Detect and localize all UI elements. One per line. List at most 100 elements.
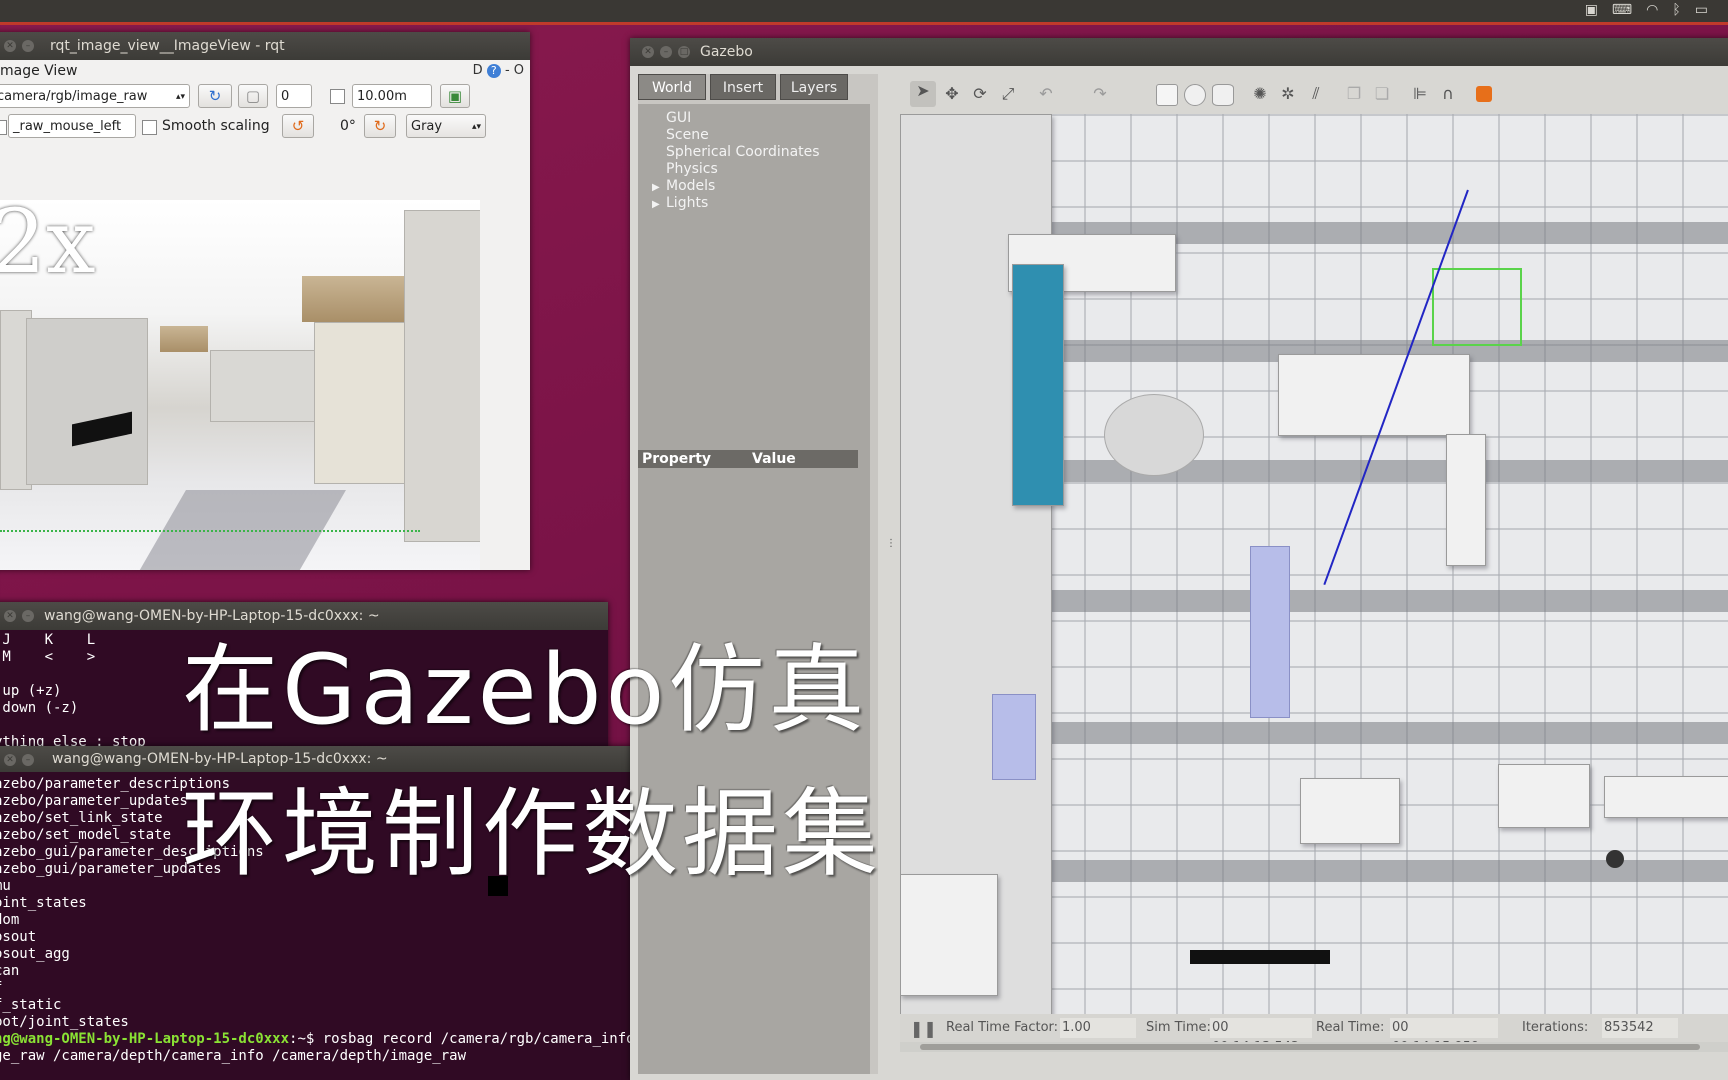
scene-box-object [1498, 764, 1590, 828]
minimize-icon[interactable]: – [22, 40, 34, 52]
plugin-title: mage View [0, 63, 78, 79]
rotate-right-button[interactable]: ↻ [364, 114, 396, 138]
fit-view-button[interactable]: ▣ [440, 84, 470, 108]
rqt-titlebar[interactable]: ✕ – rqt_image_view__ImageView - rqt [0, 32, 530, 60]
gazebo-titlebar[interactable]: ✕ – □ Gazebo [630, 38, 1728, 66]
close-icon[interactable]: ✕ [4, 610, 16, 622]
paste-icon[interactable]: ❏ [1372, 84, 1392, 104]
terminal-line: J K L [0, 632, 96, 648]
value-header: Value [748, 450, 858, 468]
scale-mode-icon[interactable]: ⤢ [998, 84, 1018, 104]
terminal-line: can [0, 963, 20, 979]
horizontal-scrollbar[interactable] [900, 1042, 1728, 1052]
tree-item-gui[interactable]: GUI [666, 110, 691, 126]
terminal-line: mu [0, 878, 11, 894]
tree-item-models[interactable]: Models [666, 178, 715, 194]
minimize-icon[interactable]: – [22, 610, 34, 622]
gazebo-3d-scene[interactable] [900, 114, 1728, 1014]
tab-world[interactable]: World [638, 74, 706, 100]
tab-insert[interactable]: Insert [710, 74, 776, 100]
scene-wall-right [404, 210, 480, 542]
rqt-window-title: rqt_image_view__ImageView - rqt [50, 38, 285, 54]
tree-expand-models[interactable]: ▶ [652, 178, 660, 194]
plugin-controls[interactable]: D ? - O [473, 60, 524, 82]
scene-exhibit-left [26, 318, 148, 485]
terminal-line: f [0, 980, 2, 996]
select-mode-icon[interactable]: ➤ [910, 81, 936, 107]
sphere-shape-icon[interactable] [1184, 84, 1206, 106]
gazebo-toolbar: ➤ ✥ ⟳ ⤢ ↶ ↷ ✺ ✲ ⫽ ❐ ❏ ⊫ ∩ [900, 74, 1728, 114]
dynamic-range-checkbox[interactable] [330, 89, 345, 104]
translate-mode-icon[interactable]: ✥ [942, 84, 962, 104]
tree-item-lights[interactable]: Lights [666, 195, 708, 211]
tree-item-physics[interactable]: Physics [666, 161, 718, 177]
gazebo-window-title: Gazebo [700, 44, 753, 60]
zoom-spinbox[interactable]: 0 [276, 84, 312, 108]
directional-light-icon[interactable]: ⫽ [1306, 84, 1326, 104]
spot-light-icon[interactable]: ✲ [1278, 84, 1298, 104]
minimize-icon[interactable]: – [22, 754, 34, 766]
wifi-icon[interactable]: ◠ [1646, 2, 1658, 18]
battery-icon[interactable]: ▭ [1695, 2, 1708, 18]
terminal-line: M < > [0, 649, 96, 665]
tree-item-scene[interactable]: Scene [666, 127, 709, 143]
color-scheme-select[interactable]: Gray ▴▾ [406, 114, 486, 138]
refresh-topics-button[interactable]: ↻ [198, 84, 232, 108]
camera-image-view[interactable]: 2x [0, 200, 480, 570]
scene-box-object [1300, 778, 1400, 844]
terminal-prompt: ng@wang-OMEN-by-HP-Laptop-15-dc0xxx [0, 1031, 290, 1047]
bluetooth-icon[interactable]: ᛒ [1672, 2, 1680, 18]
iterations-value: 853542 [1602, 1018, 1678, 1038]
terminal-line: osout_agg [0, 946, 70, 962]
align-icon[interactable]: ⊫ [1410, 84, 1430, 104]
topic-select[interactable]: camera/rgb/image_raw ▴▾ [0, 84, 190, 108]
keyboard-icon[interactable]: ⌨ [1612, 2, 1632, 18]
undo-icon[interactable]: ↶ [1036, 84, 1056, 104]
copy-icon[interactable]: ❐ [1344, 84, 1364, 104]
pause-icon[interactable]: ❚❚ [910, 1019, 937, 1038]
cylinder-shape-icon[interactable] [1212, 84, 1234, 106]
close-icon[interactable]: ✕ [642, 46, 654, 58]
terminal-line: osout [0, 929, 37, 945]
terminal-line: azebo/set_model_state [0, 827, 172, 843]
scene-robot [1606, 850, 1624, 868]
save-image-button[interactable]: ▢ [238, 84, 268, 108]
publish-click-checkbox[interactable] [0, 120, 7, 135]
video-icon[interactable]: ▣ [1585, 2, 1598, 18]
splitter-handle[interactable]: ⋮ [886, 538, 896, 552]
rotate-right-icon: ↻ [373, 117, 387, 135]
scene-screen-panel [1012, 264, 1064, 506]
rotation-label: 0° [340, 118, 356, 134]
box-shape-icon[interactable] [1156, 84, 1178, 106]
maximize-icon[interactable]: □ [678, 46, 690, 58]
rotate-left-icon: ↺ [291, 117, 305, 135]
sim-time-label: Sim Time: [1146, 1020, 1211, 1035]
plugin-window-controls[interactable]: - O [505, 63, 524, 78]
triangle-right-icon[interactable]: ▶ [652, 199, 660, 210]
rotate-mode-icon[interactable]: ⟳ [970, 84, 990, 104]
minimize-icon[interactable]: – [660, 46, 672, 58]
real-time-label: Real Time: [1316, 1020, 1385, 1035]
max-depth-spinbox[interactable]: 10.00m [352, 84, 432, 108]
terminal-line: bot/joint_states [0, 1014, 129, 1030]
mouse-topic-field[interactable]: _raw_mouse_left [8, 114, 136, 138]
triangle-right-icon[interactable]: ▶ [652, 182, 660, 193]
scene-black-bar [1190, 950, 1330, 964]
mouse-topic-value: _raw_mouse_left [13, 119, 122, 134]
scrollbar-thumb[interactable] [920, 1044, 1700, 1050]
tree-item-spherical-coordinates[interactable]: Spherical Coordinates [666, 144, 820, 160]
tab-layers[interactable]: Layers [780, 74, 848, 100]
terminal-line: up (+z) [0, 683, 62, 699]
tree-expand-lights[interactable]: ▶ [652, 195, 660, 211]
rotate-left-button[interactable]: ↺ [282, 114, 314, 138]
point-light-icon[interactable]: ✺ [1250, 84, 1270, 104]
close-icon[interactable]: ✕ [4, 754, 16, 766]
world-tree: GUI Scene Spherical Coordinates Physics … [638, 104, 870, 444]
redo-icon[interactable]: ↷ [1090, 84, 1110, 104]
plugin-dock-button[interactable]: D [473, 63, 483, 78]
view-angle-icon[interactable] [1476, 86, 1492, 102]
help-icon[interactable]: ? [486, 64, 501, 78]
smooth-scaling-checkbox[interactable] [142, 120, 157, 135]
snap-icon[interactable]: ∩ [1438, 84, 1458, 104]
close-icon[interactable]: ✕ [4, 40, 16, 52]
